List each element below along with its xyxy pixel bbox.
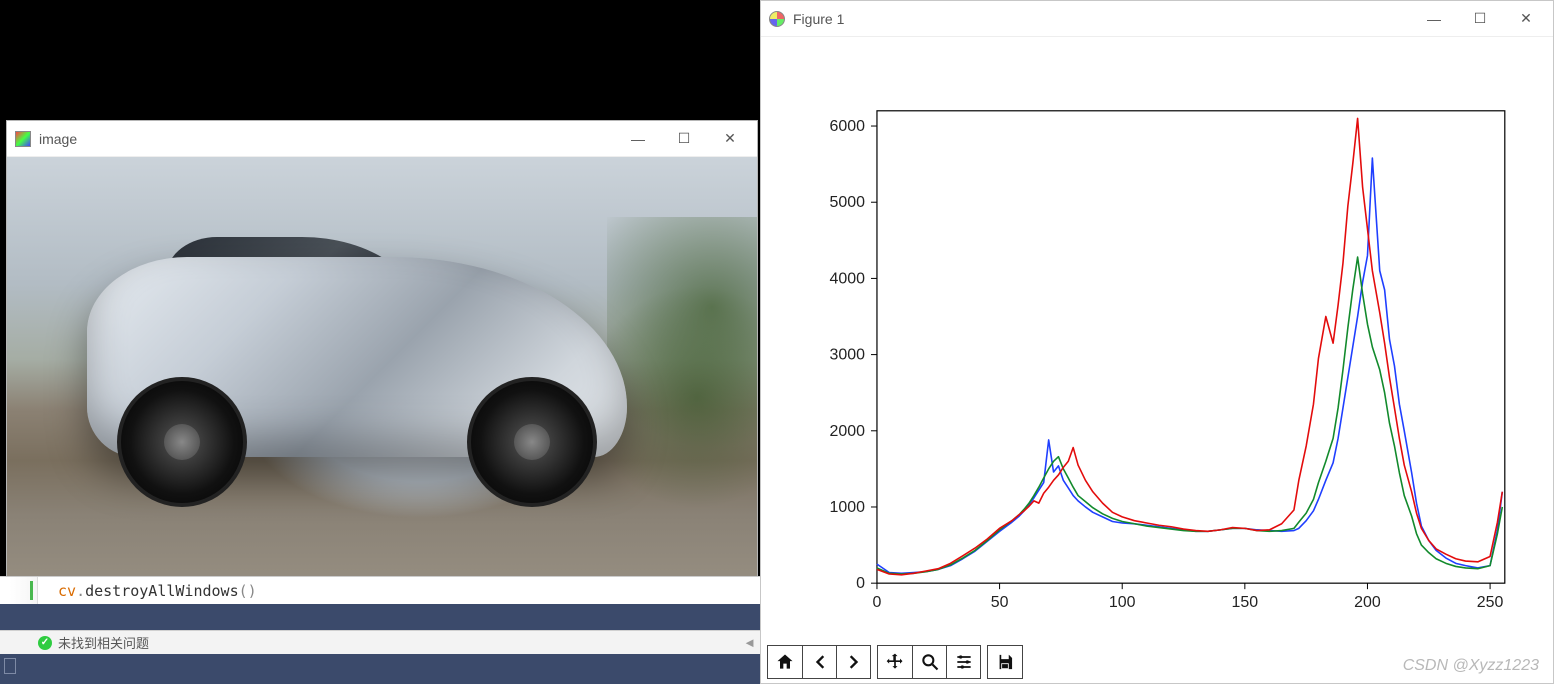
ide-statusbar [0,654,760,684]
svg-text:0: 0 [856,575,865,592]
displayed-image [7,157,757,579]
home-button[interactable] [768,646,802,678]
svg-text:6000: 6000 [830,118,866,135]
problems-text: 未找到相关问题 [58,633,149,652]
svg-text:1000: 1000 [830,499,866,516]
svg-text:200: 200 [1354,594,1381,611]
svg-text:4000: 4000 [830,270,866,287]
figure-window: Figure 1 — ☐ ✕ 0100020003000400050006000… [760,0,1554,684]
opencv-icon [15,131,31,147]
figure-window-title: Figure 1 [793,11,1411,27]
svg-text:5000: 5000 [830,194,866,211]
save-button[interactable] [988,646,1022,678]
minimize-button[interactable]: — [1411,3,1457,35]
arrow-right-icon [844,652,864,672]
matplotlib-icon [769,11,785,27]
minimize-button[interactable]: — [615,123,661,155]
back-button[interactable] [802,646,836,678]
svg-text:0: 0 [873,594,882,611]
pan-button[interactable] [878,646,912,678]
code-text: cv.destroyAllWindows() [58,582,257,600]
histogram-chart: 0 1000 2000 3000 4000 5000 6000 0 50 100 150 200 250 [781,51,1533,633]
image-window-title: image [39,131,615,147]
save-icon [995,652,1015,672]
maximize-button[interactable]: ☐ [1457,3,1503,35]
svg-text:250: 250 [1477,594,1504,611]
problems-panel[interactable]: ✓ 未找到相关问题 ◄ [0,630,760,654]
close-button[interactable]: ✕ [1503,3,1549,35]
svg-text:3000: 3000 [830,347,866,364]
home-icon [775,652,795,672]
image-window: image — ☐ ✕ [6,120,758,580]
check-icon: ✓ [38,636,52,650]
forward-button[interactable] [836,646,870,678]
plot-canvas[interactable]: 0 1000 2000 3000 4000 5000 6000 0 50 100 150 200 250 [781,51,1533,633]
editor-gutter [10,577,38,604]
zoom-icon [920,652,940,672]
code-editor-line[interactable]: cv.destroyAllWindows() [0,576,760,604]
svg-text:150: 150 [1232,594,1259,611]
image-window-titlebar[interactable]: image — ☐ ✕ [7,121,757,157]
arrow-left-icon [810,652,830,672]
svg-text:50: 50 [991,594,1009,611]
figure-window-titlebar[interactable]: Figure 1 — ☐ ✕ [761,1,1553,37]
close-button[interactable]: ✕ [707,123,753,155]
zoom-button[interactable] [912,646,946,678]
sliders-icon [954,652,974,672]
matplotlib-toolbar [767,645,1023,679]
watermark-text: CSDN @Xyzz1223 [1403,657,1539,675]
svg-text:100: 100 [1109,594,1136,611]
svg-text:2000: 2000 [830,423,866,440]
move-icon [885,652,905,672]
configure-button[interactable] [946,646,980,678]
maximize-button[interactable]: ☐ [661,123,707,155]
collapse-arrow-icon[interactable]: ◄ [743,635,756,650]
